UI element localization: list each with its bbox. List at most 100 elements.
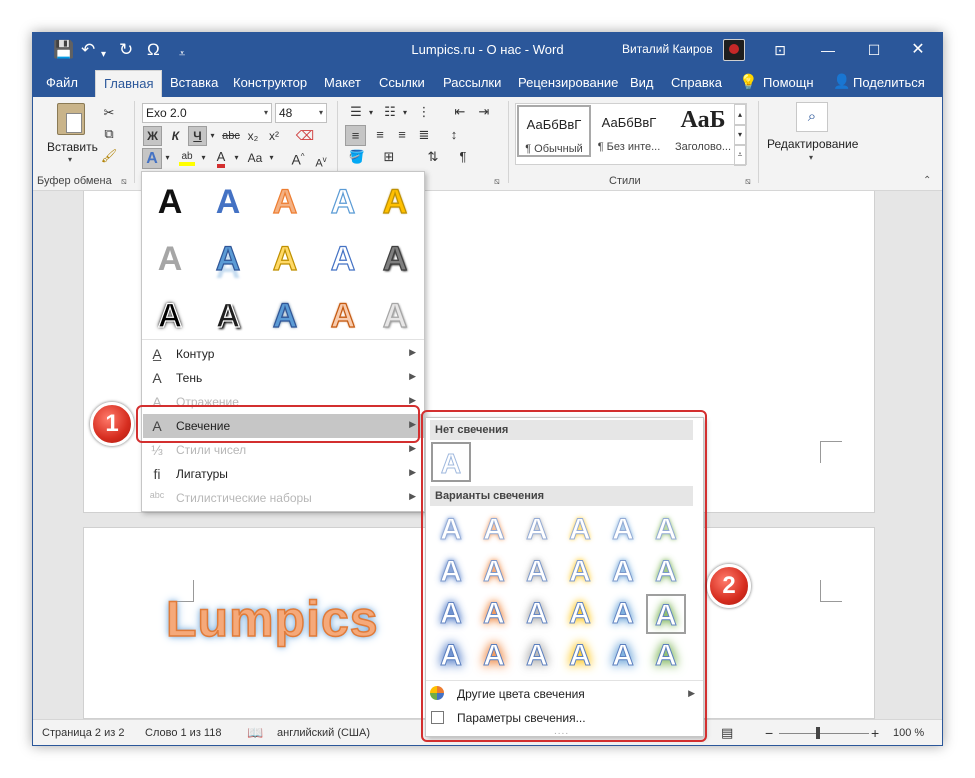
copy-icon[interactable]: ⧉ <box>99 124 119 144</box>
tab-help[interactable]: Справка <box>671 75 722 90</box>
text-effect-option[interactable]: A <box>323 239 363 279</box>
zoom-slider-thumb[interactable] <box>816 727 820 739</box>
close-icon[interactable]: ✕ <box>901 39 935 61</box>
italic-button[interactable]: К <box>166 126 185 146</box>
clear-formatting-icon[interactable]: ⌫ <box>295 126 315 146</box>
text-effect-option[interactable]: A <box>208 182 248 222</box>
minimize-icon[interactable]: — <box>811 39 845 61</box>
text-effect-option[interactable]: A <box>265 182 305 222</box>
grow-font-button[interactable]: A^ <box>289 147 307 170</box>
underline-button[interactable]: Ч <box>188 126 207 146</box>
text-effect-option[interactable]: A <box>323 182 363 222</box>
share-icon[interactable]: 👤 <box>833 73 850 90</box>
styles-scroll-down-icon[interactable]: ▾ <box>734 124 746 146</box>
text-effects-dropdown-icon[interactable]: ▾ <box>163 148 172 168</box>
tab-mailings[interactable]: Рассылки <box>443 75 501 90</box>
align-center-icon[interactable]: ≡ <box>370 125 390 145</box>
menu-item-stylistic-sets[interactable]: abc Стилистические наборы ▶ <box>143 486 424 510</box>
tab-file[interactable]: Файл <box>46 75 78 90</box>
increase-indent-icon[interactable]: ⇥ <box>473 102 495 122</box>
paste-dropdown-icon[interactable]: ▾ <box>68 155 72 164</box>
highlight-icon[interactable]: ab <box>176 147 198 167</box>
style-heading[interactable]: АаБ Заголово... <box>666 105 740 157</box>
font-name-combo[interactable]: Exo 2.0 ▾ <box>142 103 272 123</box>
text-effect-option[interactable]: A <box>265 296 305 336</box>
bullets-icon[interactable]: ☰ <box>345 102 367 122</box>
format-painter-icon[interactable]: 🖌 <box>99 146 119 166</box>
bullets-dropdown-icon[interactable]: ▾ <box>367 103 375 123</box>
font-size-combo[interactable]: 48 ▾ <box>275 103 327 123</box>
maximize-icon[interactable]: ☐ <box>857 39 891 61</box>
text-effect-option[interactable]: A <box>375 182 415 222</box>
borders-icon[interactable]: ⊞ <box>379 147 399 167</box>
focus-mode-icon[interactable]: ▤ <box>721 725 733 741</box>
strikethrough-button[interactable]: abc <box>220 126 242 146</box>
tab-home[interactable]: Главная <box>95 70 163 97</box>
avatar[interactable] <box>723 39 745 61</box>
tab-review[interactable]: Рецензирование <box>518 75 618 90</box>
cut-icon[interactable]: ✂ <box>99 103 119 123</box>
zoom-level[interactable]: 100 % <box>893 727 924 739</box>
menu-item-shadow[interactable]: A Тень ▶ <box>143 366 424 390</box>
text-effect-option[interactable]: A <box>323 296 363 336</box>
underline-dropdown-icon[interactable]: ▾ <box>208 126 217 146</box>
subscript-button[interactable]: x₂ <box>244 126 262 146</box>
paste-icon[interactable] <box>57 103 85 135</box>
styles-launcher-icon[interactable]: ⧅ <box>745 176 751 187</box>
text-effects-button[interactable]: A <box>142 148 162 169</box>
zoom-out-icon[interactable]: − <box>765 725 773 741</box>
collapse-ribbon-icon[interactable]: ⌃ <box>923 175 931 186</box>
sort-icon[interactable]: ⇅ <box>423 147 443 167</box>
tab-layout[interactable]: Макет <box>324 75 361 90</box>
bold-button[interactable]: Ж <box>143 126 162 146</box>
menu-item-outline[interactable]: A̲ Контур ▶ <box>143 342 424 366</box>
line-spacing-icon[interactable]: ↕ <box>443 125 465 145</box>
multilevel-list-icon[interactable]: ⋮ <box>413 102 435 122</box>
editing-dropdown-icon[interactable]: ▾ <box>809 153 813 162</box>
change-case-button[interactable]: Aa <box>244 148 266 168</box>
clipboard-launcher-icon[interactable]: ⧅ <box>121 176 127 187</box>
tab-share[interactable]: Поделиться <box>853 75 925 90</box>
document-heading-text[interactable]: Lumpics <box>165 590 379 648</box>
superscript-button[interactable]: x² <box>265 126 283 146</box>
text-effect-option[interactable]: A <box>375 296 415 336</box>
font-color-icon[interactable]: A <box>211 147 231 168</box>
font-color-dropdown-icon[interactable]: ▾ <box>232 148 241 168</box>
text-effect-option[interactable]: A <box>208 296 248 336</box>
paragraph-launcher-icon[interactable]: ⧅ <box>494 176 500 187</box>
style-normal[interactable]: АаБбВвГ ¶ Обычный <box>517 105 591 157</box>
styles-more-icon[interactable]: ⩡ <box>734 144 746 166</box>
justify-icon[interactable]: ≣ <box>414 125 434 145</box>
change-case-dropdown-icon[interactable]: ▾ <box>267 148 276 168</box>
align-left-icon[interactable]: ≡ <box>345 125 366 146</box>
zoom-in-icon[interactable]: + <box>871 725 879 741</box>
text-effect-option[interactable]: A <box>265 239 305 279</box>
numbering-dropdown-icon[interactable]: ▾ <box>401 103 409 123</box>
align-right-icon[interactable]: ≡ <box>392 125 412 145</box>
word-counter[interactable]: Слово 1 из 118 <box>145 727 221 739</box>
style-no-spacing[interactable]: АаБбВвГ ¶ Без инте... <box>592 105 666 157</box>
page-counter[interactable]: Страница 2 из 2 <box>42 727 124 739</box>
shading-icon[interactable]: 🪣 <box>347 147 367 167</box>
menu-item-ligatures[interactable]: fi Лигатуры ▶ <box>143 462 424 486</box>
text-effect-option[interactable]: A <box>375 239 415 279</box>
ribbon-display-icon[interactable]: ⊡ <box>763 39 797 61</box>
highlight-dropdown-icon[interactable]: ▾ <box>199 148 208 168</box>
styles-scroll-up-icon[interactable]: ▴ <box>734 104 746 126</box>
text-effect-option[interactable]: A <box>150 182 190 222</box>
lightbulb-icon[interactable]: 💡 <box>739 73 758 91</box>
language-indicator[interactable]: английский (США) <box>277 727 370 739</box>
proofing-icon[interactable]: 📖 <box>247 725 263 741</box>
decrease-indent-icon[interactable]: ⇤ <box>449 102 471 122</box>
text-effect-option[interactable]: A <box>150 239 190 279</box>
tab-view[interactable]: Вид <box>630 75 654 90</box>
text-effect-option[interactable]: A <box>150 296 190 336</box>
tab-references[interactable]: Ссылки <box>379 75 425 90</box>
tab-tell-me[interactable]: Помощн <box>763 75 814 90</box>
numbering-icon[interactable]: ☷ <box>379 102 401 122</box>
tab-insert[interactable]: Вставка <box>170 75 218 90</box>
paste-button[interactable]: Вставить <box>47 140 98 154</box>
editing-button[interactable]: Редактирование <box>767 137 858 151</box>
search-icon[interactable]: ⌕ <box>796 102 828 132</box>
zoom-slider[interactable] <box>779 733 869 734</box>
